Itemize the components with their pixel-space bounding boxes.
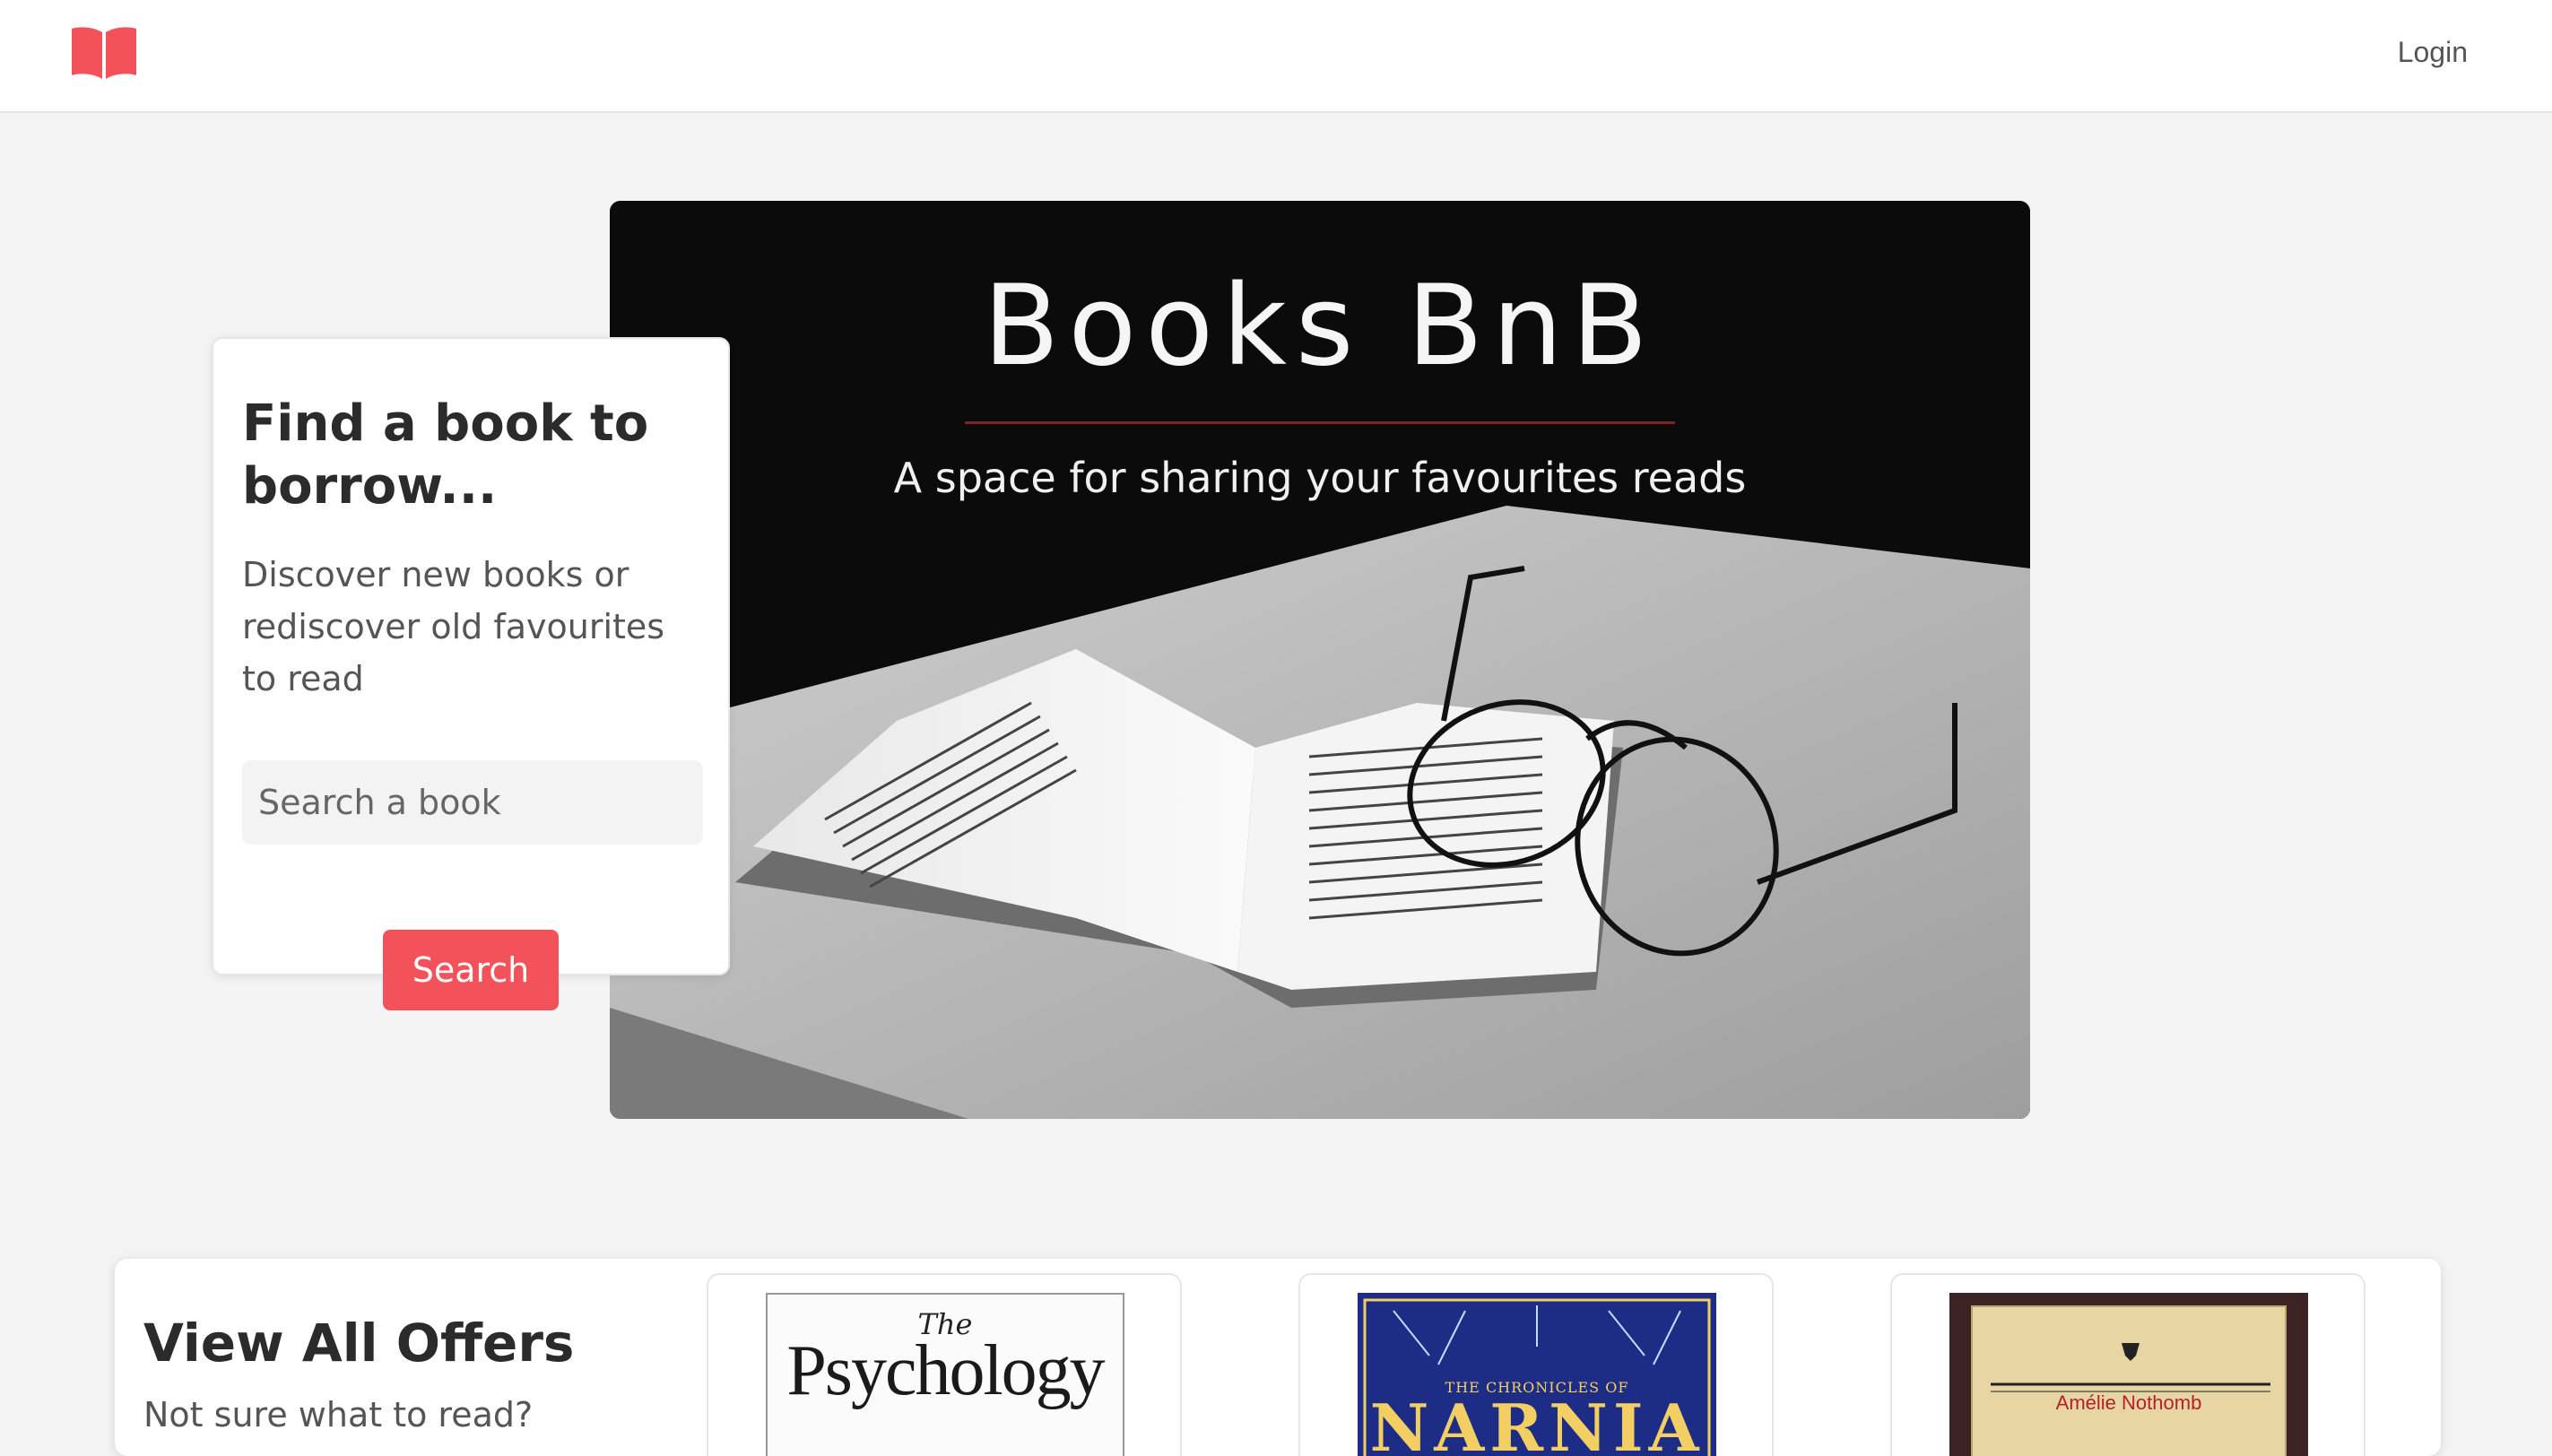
book-cover: The Psychology xyxy=(766,1293,1124,1456)
search-card: Find a book to borrow... Discover new bo… xyxy=(212,337,730,975)
search-button[interactable]: Search xyxy=(383,930,559,1010)
cover-title: Psychology xyxy=(786,1331,1105,1410)
search-card-title: Find a book to borrow... xyxy=(242,394,649,516)
cover-author: Amélie Nothomb xyxy=(2055,1391,2202,1414)
open-book-icon[interactable] xyxy=(70,25,138,81)
book-cover: Amélie Nothomb xyxy=(1949,1293,2308,1456)
offers-panel: View All Offers Not sure what to read? T… xyxy=(115,1259,2441,1456)
publisher-logo xyxy=(1991,1343,2270,1392)
hero-title-block: Books BnB xyxy=(610,253,2030,405)
book-card[interactable]: Amélie Nothomb xyxy=(1890,1273,2365,1456)
book-card[interactable]: THE CHRONICLES OF NARNIA xyxy=(1298,1273,1774,1456)
offers-title: View All Offers xyxy=(143,1313,575,1374)
hero-subtitle: A space for sharing your favourites read… xyxy=(893,454,1747,502)
cover-plate xyxy=(1971,1305,2287,1456)
login-link[interactable]: Login xyxy=(2398,36,2468,69)
hero-banner: Books BnB A space for sharing your favou… xyxy=(610,201,2030,1119)
book-card[interactable]: The Psychology xyxy=(707,1273,1182,1456)
cover-title: NARNIA xyxy=(1369,1390,1705,1456)
hero-title: Books BnB xyxy=(983,262,1657,391)
search-card-description: Discover new books or rediscover old fav… xyxy=(242,555,665,698)
book-cover: THE CHRONICLES OF NARNIA xyxy=(1358,1293,1716,1456)
offers-subtitle: Not sure what to read? xyxy=(143,1395,534,1434)
search-input[interactable] xyxy=(242,760,703,845)
navbar: Login xyxy=(0,0,2552,113)
hero-divider xyxy=(965,421,1675,424)
